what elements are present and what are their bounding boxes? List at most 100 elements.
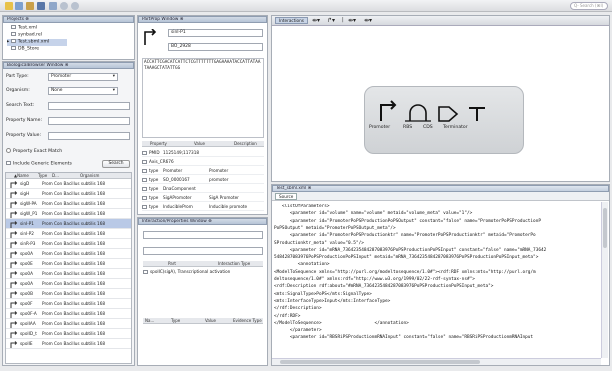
part-name-field[interactable]: sinI-P1 (168, 29, 263, 37)
col-interaction-type[interactable]: Interaction Type (218, 261, 250, 266)
sequence-text[interactable]: ACCATTCGACATCATTCTCGTTTTTTTGAGAAAATACCAT… (142, 58, 264, 138)
table-row[interactable]: sigW_P1 Prom Con Bacillus subtilis 168 (6, 209, 131, 219)
col-na[interactable]: Na... (145, 318, 154, 323)
cds-glyph[interactable] (438, 106, 459, 122)
property-row[interactable]: type DnaComponent (142, 184, 264, 193)
search-input[interactable]: Q- Search (⌘I) (570, 2, 608, 10)
interaction-field-1[interactable] (143, 231, 263, 239)
col-value[interactable]: Value (194, 141, 205, 146)
table-row[interactable]: spo0F-A Prom Con Bacillus subtilis 168 (6, 309, 131, 319)
property-row[interactable]: type SigAPromoter SigA Promoter (142, 193, 264, 202)
col-organism[interactable]: Organism (80, 173, 99, 178)
new-project-icon[interactable] (5, 2, 13, 10)
col-property[interactable]: Property (150, 141, 167, 146)
arrow-tool-icon[interactable]: ↱▾ (327, 17, 335, 24)
promoter-glyph-icon (10, 300, 18, 308)
part-type-select[interactable]: Promoter ▾ (48, 73, 118, 81)
part-id-field[interactable]: BO_2928 (168, 43, 263, 51)
promoter-glyph[interactable] (380, 100, 397, 121)
col-desc[interactable]: D... (52, 173, 59, 178)
search-button[interactable]: Search (102, 160, 130, 168)
table-row[interactable]: sinI-P2 Prom Con Bacillus subtilis 168 (6, 229, 131, 239)
col-evidence-type[interactable]: Evidence Type (233, 318, 262, 323)
rbs-label: RBS (403, 125, 413, 130)
col-part[interactable]: Part (168, 261, 176, 266)
table-row[interactable]: sigH Prom Con Bacillus subtilis 168 (6, 189, 131, 199)
xml-line: </rdf:RDF> (274, 313, 301, 319)
save-all-icon[interactable] (49, 2, 57, 10)
organism-label: Organism: (6, 88, 30, 93)
scrollbar-thumb[interactable] (603, 208, 607, 248)
property-name-input[interactable] (48, 117, 130, 125)
table-row[interactable]: sigD Prom Con Bacillus subtilis 168 (6, 179, 131, 189)
new-file-icon[interactable] (15, 2, 23, 10)
property-value: InducibleProm (163, 204, 193, 209)
interaction-field-2[interactable] (143, 247, 263, 255)
project-item[interactable]: synbad.rel (11, 32, 42, 39)
organism-select[interactable]: None ▾ (48, 87, 118, 95)
distribute-icon[interactable]: | (342, 17, 344, 24)
table-row[interactable]: sinR-P3 Prom Con Bacillus subtilis 168 (6, 239, 131, 249)
rbs-glyph[interactable] (405, 104, 431, 122)
property-row[interactable]: type SO_0000167 promoter (142, 175, 264, 184)
col-value[interactable]: Value (205, 318, 216, 323)
table-row[interactable]: spoIIE Prom Con Bacillus subtilis 168 (6, 339, 131, 349)
terminator-glyph[interactable] (469, 107, 485, 121)
align-left-icon[interactable]: ⇹▾ (312, 17, 320, 24)
vertical-scrollbar[interactable] (601, 202, 608, 358)
xml-line: <parameter id="RBSRiPSProductionmRNAInpu… (274, 335, 534, 341)
table-row[interactable]: sigW-PA Prom Con Bacillus subtilis 168 (6, 199, 131, 209)
xml-line: 5484287083976PoPSProductionPoPSInput" me… (274, 255, 539, 261)
promoter-glyph-icon (10, 310, 18, 318)
undo-icon[interactable] (60, 2, 68, 10)
xml-line: <ModelToSequence xmlns="http://purl.org/… (274, 269, 536, 275)
property-icon (142, 151, 147, 155)
table-row[interactable]: spo0A Prom Con Bacillus subtilis 168 (6, 249, 131, 259)
save-icon[interactable] (37, 2, 45, 10)
search-text-input[interactable] (48, 102, 130, 110)
tab-source[interactable]: Source (275, 193, 298, 200)
table-row[interactable]: sinI-P1 Prom Con Bacillus subtilis 168 (6, 219, 131, 229)
part-name: spoIIAA (20, 321, 36, 326)
partprop-panel: PartProp Window ⊗ sinI-P1 BO_2928 ACCATT… (137, 15, 268, 215)
property-row[interactable]: Axis_CR676 (142, 157, 264, 166)
property-row[interactable]: PMID 1125149;117318 (142, 148, 264, 157)
horizontal-scrollbar[interactable] (272, 358, 601, 365)
table-row[interactable]: spo0B Prom Con Bacillus subtilis 168 (6, 289, 131, 299)
property-value-input[interactable] (48, 132, 130, 140)
scrollbar-thumb[interactable] (280, 360, 480, 364)
table-row[interactable]: spoIIAA Prom Con Bacillus subtilis 168 (6, 319, 131, 329)
xml-line: <parameter id="mRNA_7364235484287083976P… (274, 247, 547, 253)
table-row[interactable]: spo0A Prom Con Bacillus subtilis 168 (6, 269, 131, 279)
project-item[interactable]: Test.xml (11, 25, 37, 32)
redo-icon[interactable] (71, 2, 79, 10)
col-name[interactable]: ▲Name (14, 173, 29, 178)
layout-icon-2[interactable]: ⇹▾ (364, 17, 372, 24)
device-container[interactable]: Promoter RBS CDS Terminator (364, 86, 524, 154)
property-row[interactable]: type InducibleProm Inducible promote (142, 202, 264, 211)
part-desc: Prom Con Bacillus subtilis 168 (42, 211, 106, 216)
col-description[interactable]: Description (234, 141, 257, 146)
interaction-row[interactable]: spoIIC(sigA), Transcriptional activation (143, 268, 263, 275)
promoter-glyph-icon (10, 230, 18, 238)
project-item[interactable]: DB_Store (11, 46, 39, 53)
table-row[interactable]: spo0E Prom Con Bacillus subtilis 168 (6, 259, 131, 269)
xml-editor-tabbar: Source (272, 192, 609, 201)
include-generic-checkbox[interactable]: Include Generic Elements (6, 161, 72, 168)
layout-icon[interactable]: ⇹▾ (348, 17, 356, 24)
xml-source-text[interactable]: <listOfParameters> <parameter id="volume… (272, 204, 600, 358)
tab-interactions[interactable]: Interactions (275, 17, 308, 24)
property-row[interactable]: type Promoter Promoter (142, 166, 264, 175)
property-name-label: Property Name: (6, 118, 42, 123)
open-project-icon[interactable] (26, 2, 34, 10)
project-item-selected[interactable]: ▸ Test.sbml.xml (7, 39, 67, 46)
design-canvas[interactable]: Promoter RBS CDS Terminator (272, 26, 609, 181)
table-row[interactable]: spo0A Prom Con Bacillus subtilis 168 (6, 279, 131, 289)
promoter-glyph-icon (10, 340, 18, 348)
part-name: sigW_P1 (20, 211, 38, 216)
table-row[interactable]: spoIID_t Prom Con Bacillus subtilis 168 (6, 329, 131, 339)
exact-match-radio[interactable]: Property Exact Match (6, 148, 62, 155)
col-type[interactable]: Type (171, 318, 180, 323)
table-row[interactable]: spo0F Prom Con Bacillus subtilis 168 (6, 299, 131, 309)
col-type[interactable]: Type (38, 173, 47, 178)
